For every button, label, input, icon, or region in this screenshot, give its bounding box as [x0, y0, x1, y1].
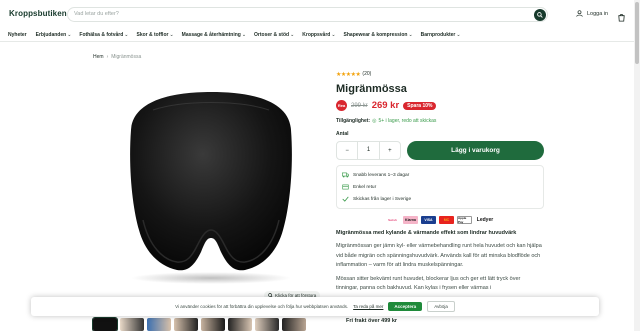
- buy-row: − 1 + Lägg i varukorg: [336, 141, 544, 160]
- thumbnail[interactable]: [120, 318, 144, 331]
- old-price: 299 kr: [351, 102, 368, 109]
- check-icon: [342, 196, 349, 202]
- add-to-cart-button[interactable]: Lägg i varukorg: [407, 141, 544, 160]
- thumbnail[interactable]: [282, 318, 306, 331]
- current-price: 269 kr: [371, 100, 400, 111]
- nav-item-nyheter[interactable]: Nyheter: [8, 32, 28, 38]
- chevron-down-icon: ⌄: [408, 31, 413, 38]
- chevron-down-icon: ⌄: [290, 31, 295, 38]
- sale-badge: Rea: [336, 100, 347, 111]
- rating-count: (20): [362, 71, 372, 77]
- thumbnail[interactable]: [92, 317, 118, 331]
- nav-item-massage[interactable]: Massage & återhämtning⌄: [182, 32, 246, 38]
- cookie-accept-button[interactable]: Acceptera: [388, 302, 423, 311]
- swish-logo: Swish: [385, 215, 400, 224]
- return-icon: [342, 184, 349, 190]
- mastercard-logo: MC: [439, 215, 454, 224]
- user-icon: [576, 10, 583, 17]
- breadcrumb-separator: ›: [106, 54, 109, 60]
- breadcrumb-current: Migränmössa: [111, 54, 142, 60]
- cookie-banner: Vi använder cookies för att förbättra di…: [31, 297, 599, 316]
- stock-value: 5+ i lager, redo att skickas: [378, 118, 437, 124]
- main-nav: Nyheter Erbjudanden⌄ Fothälsa & fotvård⌄…: [0, 28, 640, 42]
- free-shipping-note: Fri frakt över 499 kr: [336, 316, 544, 331]
- search-icon: [537, 12, 543, 18]
- product-info: ★★★★★ (20) Migränmössa Rea 299 kr 269 kr…: [336, 70, 544, 294]
- chevron-down-icon: ⌄: [241, 31, 247, 38]
- quantity-stepper: − 1 +: [336, 141, 401, 160]
- price-row: Rea 299 kr 269 kr Spara 10%: [336, 100, 544, 111]
- nav-item-kroppsvard[interactable]: Kroppsvård⌄: [302, 32, 335, 38]
- thumbnail[interactable]: [174, 318, 198, 331]
- breadcrumb-home[interactable]: Hem: [93, 54, 104, 60]
- save-badge: Spara 10%: [403, 101, 437, 110]
- visa-logo: VISA: [421, 215, 436, 224]
- chevron-down-icon: ⌄: [67, 31, 72, 38]
- thumbnail-strip: [92, 317, 306, 331]
- payment-methods: Swish Klarna VISA MC Apple Pay Ledyer: [336, 215, 544, 224]
- chevron-down-icon: ⌄: [456, 31, 461, 38]
- cart-button[interactable]: [617, 9, 626, 27]
- scrollbar-thumb[interactable]: [635, 2, 639, 64]
- product-title: Migränmössa: [336, 83, 407, 95]
- search-button[interactable]: [534, 9, 546, 21]
- usp-item: Skickas från lager i Sverige: [342, 193, 538, 205]
- stock-label: Tillgänglighet:: [336, 118, 371, 124]
- description-heading: Migränmössa med kylande & värmande effek…: [336, 230, 517, 236]
- thumbnail[interactable]: [255, 318, 279, 331]
- description-paragraph: Mössan sitter bekvämt runt huvudet, bloc…: [336, 275, 521, 292]
- login-label: Logga in: [587, 10, 609, 17]
- cart-icon: [618, 13, 625, 22]
- quantity-input[interactable]: 1: [357, 141, 380, 160]
- usp-box: Snabb leverans 1–3 dagar Enkel retur Ski…: [336, 165, 544, 209]
- login-link[interactable]: Logga in: [576, 10, 608, 17]
- truck-icon: [342, 172, 349, 178]
- quantity-increase-button[interactable]: +: [380, 148, 400, 154]
- nav-item-skor[interactable]: Skor & tofflor⌄: [137, 32, 174, 38]
- check-icon: ◎: [372, 118, 377, 124]
- cookie-text: Vi använder cookies för att förbättra di…: [175, 304, 349, 309]
- applepay-logo: Apple Pay: [457, 215, 472, 224]
- nav-item-erbjudanden[interactable]: Erbjudanden⌄: [36, 32, 72, 38]
- stock-status: Tillgänglighet: ◎ 5+ i lager, redo att s…: [336, 118, 544, 124]
- breadcrumb: Hem › Migränmössa: [93, 54, 141, 60]
- description-paragraph: Migränmössan ger jämn kyl- eller värmebe…: [336, 243, 542, 268]
- ledyer-logo: Ledyer: [475, 215, 495, 224]
- product-rating[interactable]: ★★★★★ (20): [336, 70, 544, 78]
- nav-item-ortoser[interactable]: Ortoser & stöd⌄: [254, 32, 294, 38]
- quantity-decrease-button[interactable]: −: [337, 148, 357, 154]
- usp-item: Snabb leverans 1–3 dagar: [342, 169, 538, 181]
- thumbnail[interactable]: [201, 318, 225, 331]
- migraine-cap-image: [130, 92, 292, 284]
- search-input[interactable]: Vad letar du efter?: [74, 11, 119, 17]
- thumbnail[interactable]: [228, 318, 252, 331]
- thumbnail[interactable]: [147, 318, 171, 331]
- site-logo[interactable]: Kroppsbutiken: [9, 9, 67, 18]
- nav-item-fothalsa[interactable]: Fothälsa & fotvård⌄: [79, 32, 128, 38]
- site-header: Kroppsbutiken Vad letar du efter? Logga …: [0, 0, 640, 28]
- chevron-down-icon: ⌄: [169, 31, 174, 38]
- cookie-learn-more-link[interactable]: Ta reda på mer: [353, 304, 383, 309]
- cookie-deny-button[interactable]: Avböja: [427, 301, 455, 312]
- chevron-down-icon: ⌄: [331, 31, 336, 38]
- nav-item-barnprodukter[interactable]: Barnprodukter⌄: [421, 32, 461, 38]
- search-bar[interactable]: Vad letar du efter?: [67, 7, 548, 22]
- quantity-label: Antal: [336, 131, 349, 137]
- chevron-down-icon: ⌄: [124, 31, 129, 38]
- usp-item: Enkel retur: [342, 181, 538, 193]
- product-image[interactable]: [93, 70, 330, 292]
- klarna-logo: Klarna: [403, 215, 418, 224]
- star-rating-icon: ★★★★★: [336, 71, 361, 78]
- nav-item-shapewear[interactable]: Shapewear & kompression⌄: [344, 32, 413, 38]
